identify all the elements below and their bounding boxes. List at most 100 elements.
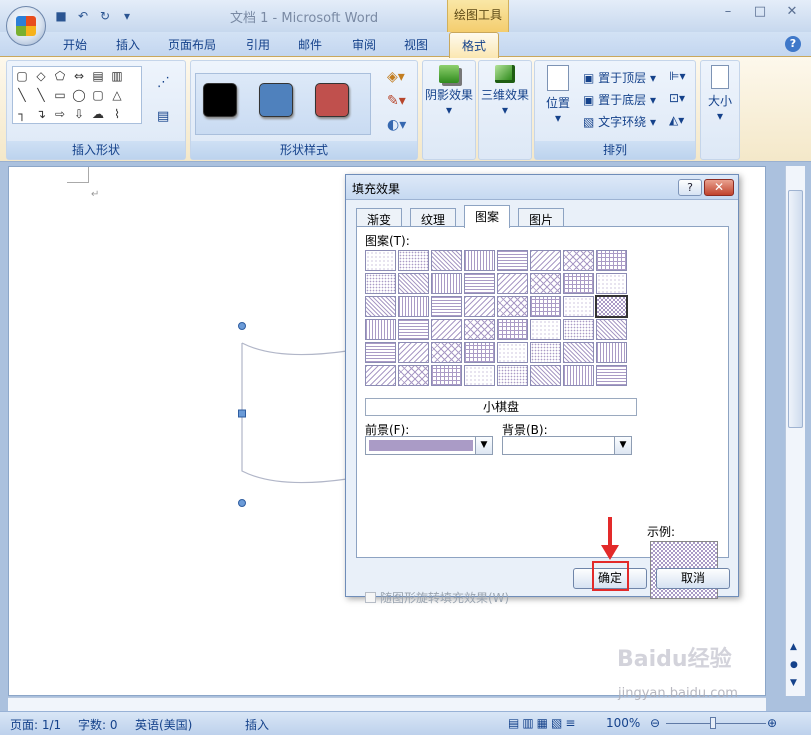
pattern-swatch[interactable]	[563, 250, 594, 271]
prev-page-icon[interactable]: ▲	[790, 642, 797, 652]
tab-mailings[interactable]: 邮件	[298, 36, 322, 53]
pattern-swatch[interactable]	[596, 342, 627, 363]
shape-icon[interactable]: ▥	[108, 67, 126, 85]
shape-outline-icon[interactable]: ✎▾	[387, 93, 406, 109]
tab-pattern[interactable]: 图案	[464, 205, 511, 228]
group-objects-icon[interactable]: ⊡▾	[669, 91, 685, 105]
language[interactable]: 英语(美国)	[135, 716, 192, 733]
pattern-swatch[interactable]	[431, 273, 462, 294]
insert-mode[interactable]: 插入	[245, 716, 269, 733]
pattern-swatch[interactable]	[530, 365, 561, 386]
shape-icon[interactable]: ⇩	[70, 105, 88, 123]
pattern-swatch[interactable]	[563, 342, 594, 363]
office-button[interactable]	[6, 6, 46, 46]
style-swatch-red[interactable]	[315, 83, 349, 117]
pattern-swatch[interactable]	[497, 250, 528, 271]
pattern-swatch[interactable]	[497, 273, 528, 294]
browse-object-icon[interactable]: ●	[790, 660, 798, 670]
pattern-swatch[interactable]	[497, 365, 528, 386]
shape-icon[interactable]: ▤	[89, 67, 107, 85]
cancel-button[interactable]: 取消	[656, 568, 730, 589]
pattern-swatch[interactable]	[530, 250, 561, 271]
shape-icon[interactable]: ⇔	[70, 67, 88, 85]
shape-icon[interactable]: ▢	[89, 86, 107, 104]
pattern-swatch[interactable]	[398, 365, 429, 386]
shape-icon[interactable]	[127, 105, 145, 123]
pattern-swatch[interactable]	[497, 296, 528, 317]
tab-page-layout[interactable]: 页面布局	[168, 36, 216, 53]
tab-references[interactable]: 引用	[246, 36, 270, 53]
shape-fill-icon[interactable]: ◈▾	[387, 69, 405, 85]
shape-icon[interactable]: ⬠	[51, 67, 69, 85]
tab-format[interactable]: 格式	[449, 32, 500, 58]
tab-gradient[interactable]: 渐变	[356, 208, 403, 227]
selected-shape[interactable]	[237, 321, 357, 511]
pattern-swatch[interactable]	[365, 296, 396, 317]
pattern-swatch[interactable]	[431, 250, 462, 271]
change-shape-icon[interactable]: ◐▾	[387, 117, 406, 133]
zoom-out-icon[interactable]: ⊖	[650, 716, 660, 730]
align-icon[interactable]: ⊫▾	[669, 69, 685, 83]
pattern-swatch[interactable]	[365, 250, 396, 271]
save-icon[interactable]: ■	[52, 7, 70, 25]
3d-effects-button[interactable]: 三维效果 ▾	[481, 65, 529, 117]
pattern-swatch[interactable]	[530, 296, 561, 317]
pattern-swatch[interactable]	[530, 342, 561, 363]
pattern-swatch[interactable]	[464, 319, 495, 340]
pattern-swatch[interactable]	[530, 273, 561, 294]
shape-icon[interactable]: ☁	[89, 105, 107, 123]
view-buttons[interactable]: ▤▥▦▧≡	[508, 716, 578, 730]
help-icon[interactable]: ?	[785, 36, 801, 52]
pattern-swatch[interactable]	[596, 319, 627, 340]
pattern-swatch[interactable]	[497, 319, 528, 340]
word-count[interactable]: 字数: 0	[78, 716, 118, 733]
pattern-swatch[interactable]	[464, 296, 495, 317]
background-color-select[interactable]: ▼	[502, 436, 632, 455]
pattern-swatch[interactable]	[365, 342, 396, 363]
zoom-level[interactable]: 100%	[606, 716, 640, 730]
pattern-swatch[interactable]	[563, 296, 594, 317]
shapes-gallery[interactable]: ▢ ◇ ⬠ ⇔ ▤ ▥ ╲ ╲ ▭ ◯ ▢ △ ┐ ↴ ⇨ ⇩ ☁ ⌇	[12, 66, 142, 124]
pattern-swatch[interactable]	[365, 365, 396, 386]
shape-icon[interactable]	[127, 67, 145, 85]
chevron-down-icon[interactable]: ▼	[614, 437, 631, 454]
pattern-swatch[interactable]	[365, 273, 396, 294]
chevron-down-icon[interactable]: ▼	[475, 437, 492, 454]
tab-picture[interactable]: 图片	[518, 208, 565, 227]
maximize-icon[interactable]: □	[749, 4, 771, 19]
pattern-swatch[interactable]	[398, 319, 429, 340]
page-count[interactable]: 页面: 1/1	[10, 716, 61, 733]
shape-icon[interactable]: ◇	[32, 67, 50, 85]
style-swatch-blue[interactable]	[259, 83, 293, 117]
shape-icon[interactable]: △	[108, 86, 126, 104]
pattern-swatch[interactable]	[595, 295, 628, 318]
bring-to-front-button[interactable]: ▣ 置于顶层 ▾	[583, 69, 656, 86]
pattern-swatch[interactable]	[398, 296, 429, 317]
shadow-effects-button[interactable]: 阴影效果 ▾	[425, 65, 473, 117]
undo-icon[interactable]: ↶	[74, 7, 92, 25]
tab-review[interactable]: 审阅	[352, 36, 376, 53]
zoom-in-icon[interactable]: ⊕	[767, 716, 777, 730]
text-wrap-button[interactable]: ▧ 文字环绕 ▾	[583, 113, 656, 130]
pattern-swatch[interactable]	[563, 273, 594, 294]
pattern-swatch[interactable]	[398, 250, 429, 271]
pattern-swatch[interactable]	[431, 319, 462, 340]
shape-icon[interactable]: ⇨	[51, 105, 69, 123]
edit-shape-icon[interactable]: ⋰	[157, 75, 170, 90]
minimize-icon[interactable]: –	[717, 4, 739, 19]
foreground-color-select[interactable]: ▼	[365, 436, 493, 455]
pattern-swatch[interactable]	[596, 365, 627, 386]
shape-icon[interactable]: ⌇	[108, 105, 126, 123]
shape-icon[interactable]: ◯	[70, 86, 88, 104]
pattern-swatch[interactable]	[596, 273, 627, 294]
pattern-swatch[interactable]	[398, 273, 429, 294]
shape-icon[interactable]: ↴	[32, 105, 50, 123]
shape-icon[interactable]: ▢	[13, 67, 31, 85]
shape-icon[interactable]: ╲	[32, 86, 50, 104]
send-to-back-button[interactable]: ▣ 置于底层 ▾	[583, 91, 656, 108]
zoom-slider[interactable]	[666, 723, 766, 724]
pattern-swatch[interactable]	[431, 365, 462, 386]
tab-insert[interactable]: 插入	[116, 36, 140, 53]
pattern-swatch[interactable]	[431, 342, 462, 363]
dialog-help-button[interactable]: ?	[678, 179, 702, 196]
